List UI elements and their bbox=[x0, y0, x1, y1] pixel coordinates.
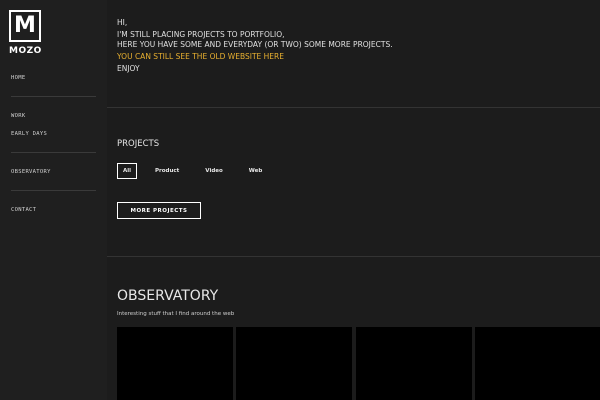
intro-greeting: HI, bbox=[117, 18, 128, 27]
main-content: HI, I'M STILL PLACING PROJECTS TO PORTFO… bbox=[107, 0, 600, 400]
filter-all[interactable]: All bbox=[117, 163, 138, 179]
projects-title: PROJECTS bbox=[117, 139, 160, 149]
section-divider bbox=[107, 107, 600, 108]
observatory-title: OBSERVATORY bbox=[117, 288, 219, 304]
intro-text: HI, I'M STILL PLACING PROJECTS TO PORTFO… bbox=[117, 18, 393, 74]
filter-video[interactable]: Video bbox=[199, 164, 229, 178]
observatory-subtitle: Interesting stuff that I find around the… bbox=[117, 311, 235, 317]
intro-closing: ENJOY bbox=[117, 64, 140, 73]
nav-divider bbox=[11, 190, 96, 191]
section-divider bbox=[107, 256, 600, 257]
logo-name[interactable]: MOZO bbox=[9, 46, 42, 56]
nav-home[interactable]: HOME bbox=[11, 75, 25, 81]
project-filters: All Product Video Web bbox=[117, 163, 282, 179]
filter-web[interactable]: Web bbox=[243, 164, 269, 178]
nav-early-days[interactable]: EARLY DAYS bbox=[11, 131, 47, 137]
observatory-thumbnail[interactable] bbox=[475, 327, 600, 400]
nav-work[interactable]: WORK bbox=[11, 113, 25, 119]
nav-observatory[interactable]: OBSERVATORY bbox=[11, 169, 51, 175]
nav-divider bbox=[11, 152, 96, 153]
intro-line-2: HERE YOU HAVE SOME AND EVERYDAY (OR TWO)… bbox=[117, 40, 393, 49]
observatory-thumbnail[interactable] bbox=[117, 327, 233, 400]
more-projects-button[interactable]: MORE PROJECTS bbox=[117, 202, 201, 219]
old-website-link[interactable]: YOU CAN STILL SEE THE OLD WEBSITE HERE bbox=[117, 52, 284, 61]
sidebar: M MOZO HOME WORK EARLY DAYS OBSERVATORY … bbox=[0, 0, 107, 400]
observatory-thumbnail[interactable] bbox=[356, 327, 472, 400]
logo[interactable]: M bbox=[9, 10, 41, 42]
filter-product[interactable]: Product bbox=[149, 164, 185, 178]
logo-mark: M bbox=[14, 13, 36, 38]
nav-contact[interactable]: CONTACT bbox=[11, 207, 36, 213]
observatory-thumbnail[interactable] bbox=[236, 327, 352, 400]
nav-divider bbox=[11, 96, 96, 97]
intro-line-1: I'M STILL PLACING PROJECTS TO PORTFOLIO, bbox=[117, 30, 285, 39]
